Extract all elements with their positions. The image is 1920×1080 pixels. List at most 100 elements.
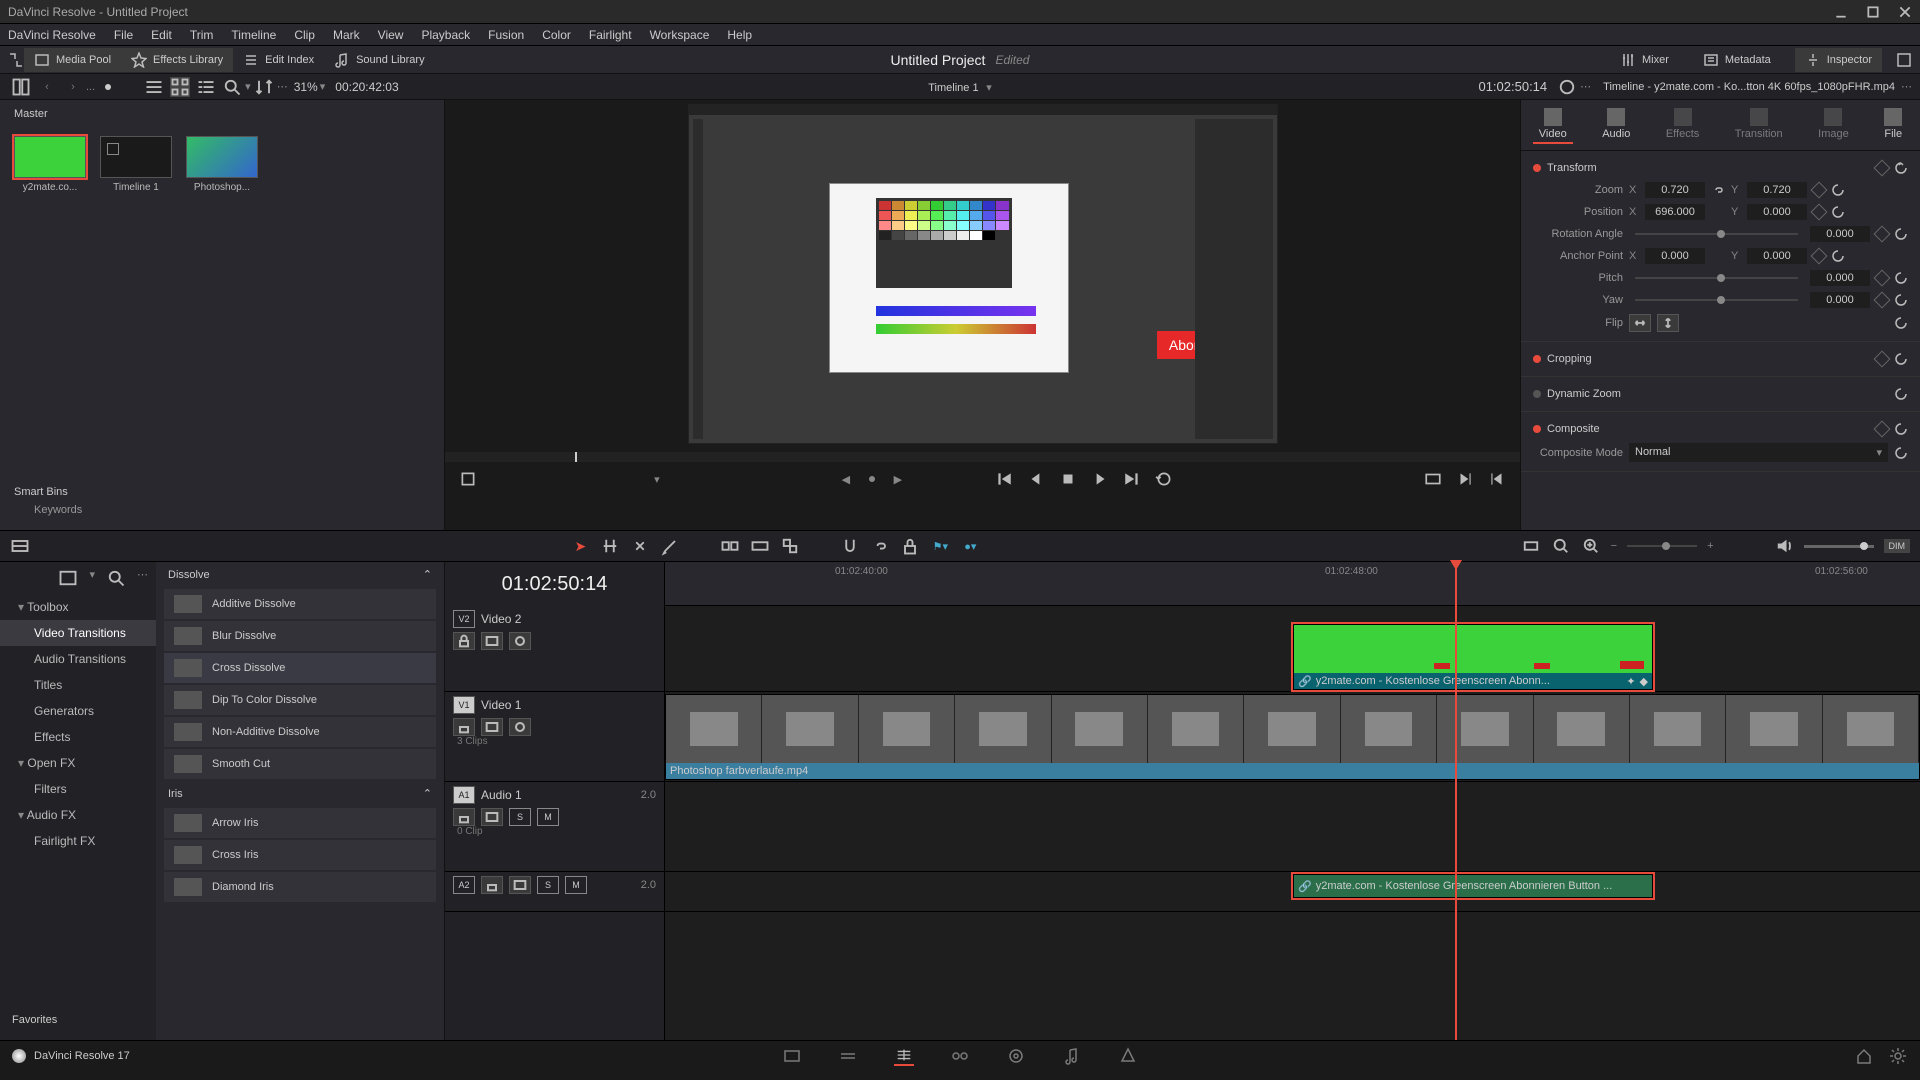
home-icon[interactable] bbox=[1854, 1046, 1874, 1066]
viewer-canvas[interactable]: Abonnieren bbox=[688, 104, 1278, 444]
cropping-reset-icon[interactable] bbox=[1894, 352, 1908, 366]
v2-lock-button[interactable] bbox=[453, 632, 475, 650]
fx-effects[interactable]: Effects bbox=[0, 724, 156, 750]
v1-auto-select-button[interactable] bbox=[481, 718, 503, 736]
chevron-right-icon[interactable]: › bbox=[63, 77, 83, 97]
composite-mode-select[interactable]: Normal ▾ bbox=[1629, 443, 1888, 462]
transform-reset-icon[interactable] bbox=[1894, 161, 1908, 175]
transform-overlay-icon[interactable] bbox=[459, 470, 477, 488]
fx-search-icon[interactable] bbox=[106, 568, 126, 588]
menu-clip[interactable]: Clip bbox=[294, 28, 315, 42]
transform-header[interactable]: Transform bbox=[1533, 157, 1908, 179]
cropping-header[interactable]: Cropping bbox=[1533, 348, 1908, 370]
clip-thumb-timeline[interactable] bbox=[100, 136, 172, 178]
minimize-icon[interactable] bbox=[1834, 5, 1848, 19]
chevron-left-icon[interactable]: ‹ bbox=[37, 77, 57, 97]
dynamic-trim-icon[interactable] bbox=[630, 536, 650, 556]
fx-group-dissolve[interactable]: Dissolve⌃ bbox=[156, 562, 444, 587]
rotation-input[interactable] bbox=[1810, 226, 1870, 242]
fx-dip-to-color[interactable]: Dip To Color Dissolve bbox=[164, 685, 436, 715]
smart-bin-keywords[interactable]: Keywords bbox=[14, 498, 430, 522]
anchor-y-input[interactable] bbox=[1747, 248, 1807, 264]
loop-icon[interactable] bbox=[1155, 470, 1173, 488]
track-header-a2[interactable]: A2 S M 2.0 bbox=[445, 872, 664, 912]
clip-v2[interactable]: 🔗 y2mate.com - Kostenlose Greenscreen Ab… bbox=[1293, 624, 1653, 690]
a2-solo-button[interactable]: S bbox=[537, 876, 559, 894]
menu-fusion[interactable]: Fusion bbox=[488, 28, 524, 42]
v1-disable-button[interactable] bbox=[509, 718, 531, 736]
yaw-reset-icon[interactable] bbox=[1894, 293, 1908, 307]
zoom-slider[interactable] bbox=[1627, 545, 1697, 547]
fx-generators[interactable]: Generators bbox=[0, 698, 156, 724]
pitch-input[interactable] bbox=[1810, 270, 1870, 286]
viewer-more-icon[interactable]: ⋯ bbox=[1580, 80, 1591, 93]
clip-thumb-photoshop[interactable] bbox=[186, 136, 258, 178]
overlay-chevron-icon[interactable]: ▾ bbox=[654, 473, 660, 486]
position-reset-icon[interactable] bbox=[1831, 205, 1845, 219]
timeline-name-display[interactable]: Timeline 1 ▾ bbox=[928, 79, 992, 94]
fx-favorites[interactable]: Favorites bbox=[0, 1006, 156, 1034]
bin-view-icon[interactable] bbox=[11, 77, 31, 97]
v2-dest-button[interactable]: V2 bbox=[453, 610, 475, 628]
selection-tool-icon[interactable]: ➤ bbox=[570, 536, 590, 556]
composite-mode-reset-icon[interactable] bbox=[1894, 446, 1908, 460]
replace-icon[interactable] bbox=[780, 536, 800, 556]
link-selection-icon[interactable] bbox=[870, 536, 890, 556]
list-view-icon[interactable] bbox=[144, 77, 164, 97]
menu-mark[interactable]: Mark bbox=[333, 28, 360, 42]
insert-icon[interactable] bbox=[720, 536, 740, 556]
metadata-toggle[interactable]: Metadata bbox=[1693, 48, 1781, 72]
flip-h-button[interactable] bbox=[1629, 314, 1651, 332]
playhead-line[interactable] bbox=[1455, 562, 1457, 1040]
tab-file[interactable]: File bbox=[1878, 106, 1908, 144]
fx-audio-transitions[interactable]: Audio Transitions bbox=[0, 646, 156, 672]
page-color-icon[interactable] bbox=[1006, 1046, 1026, 1066]
composite-kf-icon[interactable] bbox=[1874, 421, 1891, 438]
next-edit-icon[interactable] bbox=[1456, 470, 1474, 488]
edit-index-toggle[interactable]: Edit Index bbox=[233, 48, 324, 72]
next-marker-icon[interactable]: ▶ bbox=[889, 470, 907, 488]
transform-enable-icon[interactable] bbox=[1533, 164, 1541, 172]
pitch-kf-icon[interactable] bbox=[1874, 270, 1891, 287]
a1-dest-button[interactable]: A1 bbox=[453, 786, 475, 804]
blade-tool-icon[interactable] bbox=[660, 536, 680, 556]
fx-more-icon[interactable]: ⋯ bbox=[137, 568, 148, 588]
track-area[interactable]: 🔗 y2mate.com - Kostenlose Greenscreen Ab… bbox=[665, 606, 1920, 1040]
settings-icon[interactable] bbox=[1888, 1046, 1908, 1066]
track-header-a1[interactable]: A1 Audio 1 2.0 S M 0 Clip bbox=[445, 782, 664, 872]
zoom-chevron-icon[interactable]: ▾ bbox=[320, 80, 326, 93]
transform-keyframe-icon[interactable] bbox=[1874, 160, 1891, 177]
prev-marker-icon[interactable]: ◀ bbox=[837, 470, 855, 488]
anchor-kf-icon[interactable] bbox=[1811, 248, 1828, 265]
fx-openfx[interactable]: Open FX bbox=[0, 750, 156, 776]
a1-mute-button[interactable]: M bbox=[537, 808, 559, 826]
zoom-detail-icon[interactable] bbox=[1551, 536, 1571, 556]
fx-toolbox[interactable]: Toolbox bbox=[0, 594, 156, 620]
fx-smooth-cut[interactable]: Smooth Cut bbox=[164, 749, 436, 779]
overwrite-icon[interactable] bbox=[750, 536, 770, 556]
fx-chevron-icon[interactable]: ▾ bbox=[89, 568, 95, 588]
clip-thumb-y2mate[interactable] bbox=[14, 136, 86, 178]
bypass-icon[interactable] bbox=[1557, 77, 1577, 97]
page-media-icon[interactable] bbox=[782, 1046, 802, 1066]
menu-playback[interactable]: Playback bbox=[421, 28, 470, 42]
fx-cross-dissolve[interactable]: Cross Dissolve bbox=[164, 653, 436, 683]
marker-icon[interactable]: ●▾ bbox=[960, 536, 980, 556]
composite-reset-icon[interactable] bbox=[1894, 422, 1908, 436]
play-icon[interactable] bbox=[1091, 470, 1109, 488]
viewer-scrubber[interactable] bbox=[445, 452, 1520, 462]
flag-icon[interactable]: ⚑▾ bbox=[930, 536, 950, 556]
fx-menu-icon[interactable] bbox=[58, 568, 78, 588]
timeline-view-icon[interactable] bbox=[10, 536, 30, 556]
menu-help[interactable]: Help bbox=[727, 28, 752, 42]
pitch-reset-icon[interactable] bbox=[1894, 271, 1908, 285]
position-y-input[interactable] bbox=[1747, 204, 1807, 220]
smart-bins-header[interactable]: Smart Bins bbox=[14, 486, 430, 498]
dynamic-zoom-reset-icon[interactable] bbox=[1894, 387, 1908, 401]
a2-lock-button[interactable] bbox=[481, 876, 503, 894]
zoom-out-icon[interactable]: − bbox=[1611, 540, 1617, 552]
dim-button[interactable]: DIM bbox=[1884, 539, 1911, 553]
fx-diamond-iris[interactable]: Diamond Iris bbox=[164, 872, 436, 902]
page-fusion-icon[interactable] bbox=[950, 1046, 970, 1066]
expand-icon[interactable] bbox=[8, 52, 24, 68]
